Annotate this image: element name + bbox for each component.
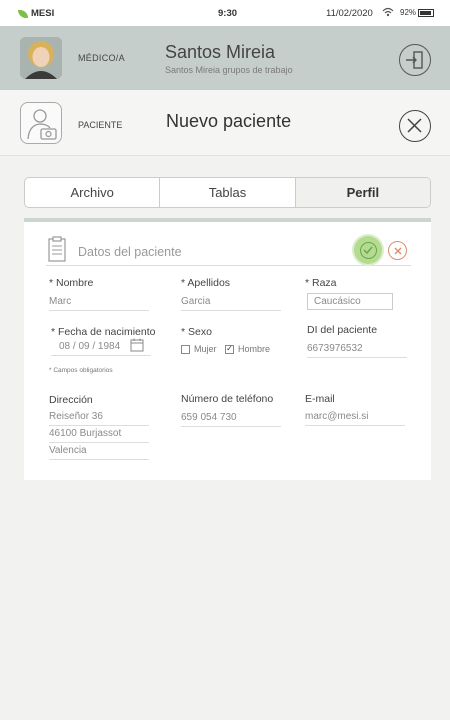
- battery-percent: 92%: [400, 8, 417, 17]
- carrier: MESI: [18, 8, 54, 19]
- direccion-line2-field[interactable]: 46100 Burjassot: [49, 428, 149, 443]
- sexo-hombre-option[interactable]: ✓ Hombre: [225, 344, 270, 354]
- patient-photo-button[interactable]: [20, 102, 62, 144]
- patient-bar: PACIENTE Nuevo paciente: [0, 90, 450, 156]
- wifi-icon: [382, 7, 394, 19]
- check-icon: [363, 246, 373, 254]
- direccion-label: Dirección: [49, 394, 93, 406]
- logout-icon: [406, 51, 423, 69]
- email-field[interactable]: marc@mesi.si: [305, 411, 405, 426]
- di-label: DI del paciente: [307, 324, 378, 336]
- apellidos-label: * Apellidos: [181, 277, 231, 289]
- carrier-label: MESI: [31, 8, 55, 19]
- calendar-icon[interactable]: [130, 338, 144, 352]
- doctor-role-label: MÉDICO/A: [78, 53, 125, 63]
- tab-perfil[interactable]: Perfil: [295, 178, 430, 207]
- hombre-label: Hombre: [238, 344, 271, 354]
- required-note: * Campos obligatorios: [49, 367, 113, 374]
- status-time: 9:30: [218, 8, 238, 19]
- patient-form-card: Datos del paciente * Nombre Marc * Apell…: [24, 218, 431, 480]
- status-bar: MESI 9:30 11/02/2020 92%: [0, 0, 450, 26]
- logout-button[interactable]: [399, 44, 431, 76]
- mujer-label: Mujer: [194, 344, 217, 354]
- sexo-mujer-option[interactable]: Mujer: [181, 344, 217, 354]
- form-title: Datos del paciente: [78, 245, 182, 259]
- telefono-label: Número de teléfono: [181, 393, 274, 405]
- doctor-name: Santos Mireia: [165, 42, 276, 62]
- patient-camera-icon: [27, 109, 57, 140]
- mujer-checkbox[interactable]: [181, 344, 190, 354]
- doctor-avatar[interactable]: [20, 37, 62, 79]
- fecha-value: 08 / 09 / 1984: [59, 341, 121, 352]
- di-field[interactable]: 6673976532: [307, 343, 407, 358]
- doctor-subtitle: Santos Mireia grupos de trabajo: [165, 65, 293, 75]
- cancel-button[interactable]: [388, 241, 407, 260]
- battery-icon: [418, 9, 434, 17]
- tab-bar: Archivo Tablas Perfil: [24, 177, 431, 208]
- apellidos-field[interactable]: Garcia: [181, 296, 281, 311]
- patient-role-label: PACIENTE: [78, 120, 123, 130]
- tab-archivo[interactable]: Archivo: [25, 178, 161, 207]
- close-icon: [407, 118, 422, 133]
- fecha-label: * Fecha de nacimiento: [51, 326, 156, 338]
- page-title: Nuevo paciente: [166, 111, 292, 131]
- email-label: E-mail: [305, 393, 335, 405]
- save-button[interactable]: [354, 236, 382, 264]
- close-button[interactable]: [399, 110, 431, 142]
- hombre-checkbox[interactable]: ✓: [225, 344, 234, 354]
- nombre-label: * Nombre: [49, 277, 94, 289]
- clipboard-icon: [48, 236, 66, 262]
- tab-tablas[interactable]: Tablas: [160, 178, 296, 207]
- battery-fill: [420, 11, 432, 15]
- raza-select[interactable]: Caucásico: [307, 293, 393, 310]
- direccion-line3-field[interactable]: Valencia: [49, 445, 149, 460]
- raza-label: * Raza: [305, 277, 337, 289]
- status-date: 11/02/2020: [326, 8, 373, 19]
- nombre-field[interactable]: Marc: [49, 296, 149, 311]
- form-header: Datos del paciente: [46, 236, 411, 266]
- sexo-label: * Sexo: [181, 326, 212, 338]
- cancel-x-icon: [394, 247, 401, 254]
- mesi-leaf-icon: [18, 9, 28, 18]
- telefono-field[interactable]: 659 054 730: [181, 412, 281, 427]
- direccion-line1-field[interactable]: Reiseñor 36: [49, 411, 149, 426]
- doctor-bar: MÉDICO/A Santos Mireia Santos Mireia gru…: [0, 26, 450, 90]
